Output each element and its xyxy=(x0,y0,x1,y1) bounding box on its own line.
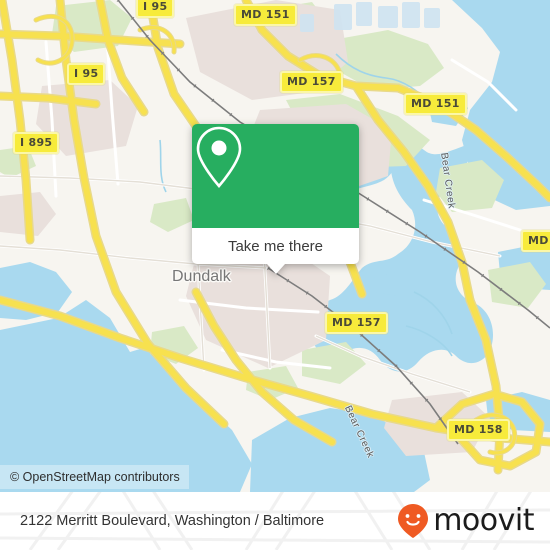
map-pin-icon xyxy=(196,126,242,188)
road-shield-md1-east[interactable]: MD 1 xyxy=(521,230,550,252)
moovit-pin-smiley-icon xyxy=(398,504,429,538)
place-label-dundalk: Dundalk xyxy=(172,268,231,285)
road-shield-md157-north[interactable]: MD 157 xyxy=(280,71,343,93)
road-shield-i95-north[interactable]: I 95 xyxy=(136,0,175,18)
take-me-there-button[interactable]: Take me there xyxy=(192,228,359,274)
moovit-map-screenshot: I 95 MD 151 MD 157 MD 151 I 95 I 895 MD … xyxy=(0,0,550,550)
road-shield-i895[interactable]: I 895 xyxy=(13,132,60,154)
address-label: 2122 Merritt Boulevard, Washington / Bal… xyxy=(20,513,325,529)
popup-tail-pointer xyxy=(266,264,285,274)
location-popup-card[interactable]: Take me there xyxy=(192,124,359,274)
popup-pin-panel xyxy=(192,124,359,228)
take-me-there-label: Take me there xyxy=(227,237,324,255)
osm-attribution[interactable]: © OpenStreetMap contributors xyxy=(0,465,189,489)
map-canvas[interactable]: I 95 MD 151 MD 157 MD 151 I 95 I 895 MD … xyxy=(0,0,550,492)
moovit-brand[interactable]: moovit xyxy=(396,503,534,539)
moovit-wordmark: moovit xyxy=(433,503,534,538)
road-shield-md151-north[interactable]: MD 151 xyxy=(234,4,297,26)
road-shield-md151-east[interactable]: MD 151 xyxy=(404,93,467,115)
road-shield-md157-south[interactable]: MD 157 xyxy=(325,312,388,334)
road-shield-md158[interactable]: MD 158 xyxy=(447,419,510,441)
road-shield-i95-west[interactable]: I 95 xyxy=(67,63,106,85)
footer-bar: 2122 Merritt Boulevard, Washington / Bal… xyxy=(0,492,550,550)
